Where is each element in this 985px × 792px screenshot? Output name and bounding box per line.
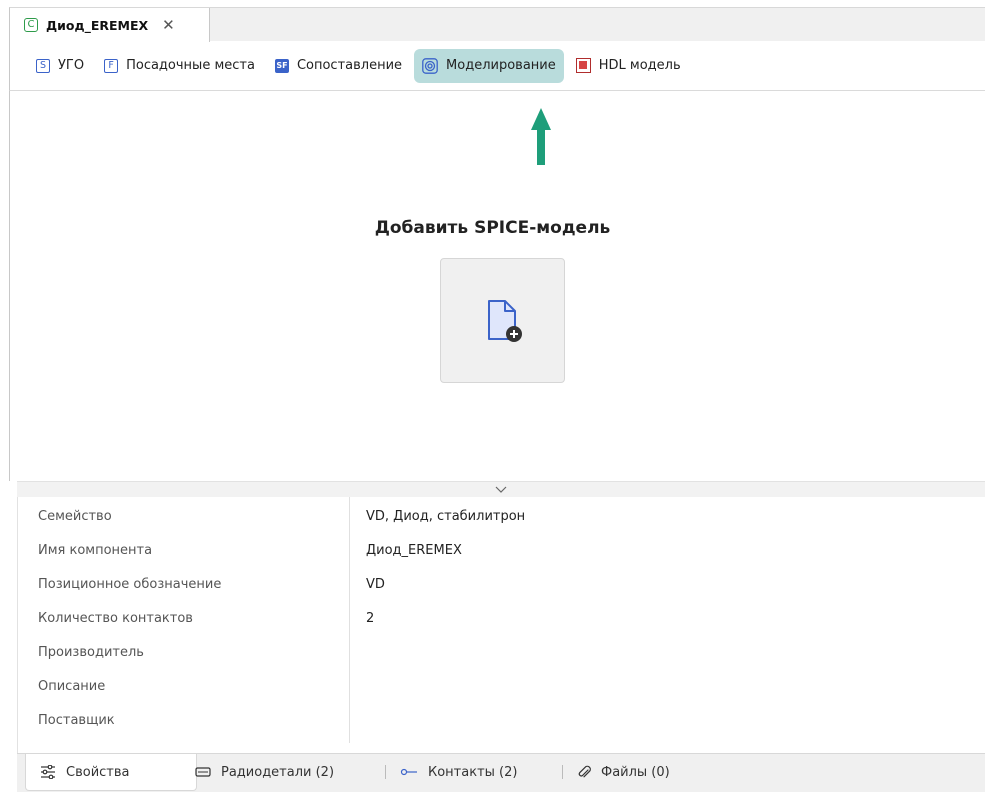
- table-row[interactable]: Поставщик: [18, 703, 985, 737]
- paperclip-icon: [577, 764, 591, 780]
- table-row[interactable]: Описание: [18, 669, 985, 703]
- file-add-icon: [485, 299, 525, 349]
- tab-mapping[interactable]: SF Сопоставление: [267, 49, 410, 83]
- tab-files[interactable]: Файлы (0): [577, 754, 670, 790]
- property-name: Производитель: [38, 645, 144, 660]
- settings-sliders-icon: [40, 765, 56, 779]
- table-row[interactable]: Количество контактов 2: [18, 601, 985, 635]
- chevron-down-icon[interactable]: [495, 484, 507, 497]
- tab-label: Сопоставление: [296, 58, 403, 73]
- panel-splitter[interactable]: [17, 481, 985, 497]
- tab-properties[interactable]: Свойства: [25, 754, 197, 791]
- tab-pins[interactable]: Контакты (2): [400, 754, 517, 790]
- table-row[interactable]: Позиционное обозначение VD: [18, 567, 985, 601]
- add-spice-model-button[interactable]: [440, 258, 565, 383]
- property-name: Позиционное обозначение: [38, 577, 222, 592]
- tab-separator: [385, 765, 386, 779]
- property-value: 2: [366, 611, 375, 626]
- pin-icon: [400, 767, 418, 777]
- table-row[interactable]: Имя компонента Диод_EREMEX: [18, 533, 985, 567]
- mapping-icon: SF: [274, 58, 289, 73]
- tab-simulation[interactable]: Моделирование: [414, 48, 564, 83]
- tab-footprints[interactable]: F Посадочные места: [96, 49, 263, 83]
- tab-label: Посадочные места: [126, 58, 255, 73]
- tab-label: УГО: [58, 58, 85, 73]
- bottom-tab-bar: Свойства Радиодетали (2) Контакты (2) Фа…: [17, 753, 985, 792]
- tab-components[interactable]: Радиодетали (2): [195, 754, 334, 790]
- chip-icon: [195, 766, 211, 778]
- property-value: Диод_EREMEX: [366, 543, 462, 558]
- editor-subtabs: S УГО F Посадочные места SF Сопоставлени…: [9, 41, 985, 91]
- tab-label: Контакты (2): [428, 764, 518, 780]
- symbol-icon: S: [36, 58, 50, 73]
- close-icon[interactable]: ✕: [162, 16, 175, 34]
- hdl-icon: [575, 58, 591, 73]
- content-border: [9, 91, 10, 481]
- tab-label: Файлы (0): [601, 764, 670, 780]
- footprint-icon: F: [104, 58, 119, 73]
- property-name: Имя компонента: [38, 543, 153, 558]
- property-name: Поставщик: [38, 713, 115, 728]
- document-tab-title: Диод_EREMEX: [46, 17, 149, 33]
- tab-label: Свойства: [66, 764, 130, 780]
- tab-label: Радиодетали (2): [221, 764, 335, 780]
- property-name: Описание: [38, 679, 106, 694]
- table-row[interactable]: Семейство VD, Диод, стабилитрон: [18, 499, 985, 533]
- properties-table: Семейство VD, Диод, стабилитрон Имя комп…: [17, 497, 985, 753]
- column-divider[interactable]: [349, 497, 350, 743]
- table-row[interactable]: Производитель: [18, 635, 985, 669]
- tab-ugo[interactable]: S УГО: [28, 49, 92, 83]
- simulation-icon: [422, 57, 438, 74]
- property-name: Семейство: [38, 509, 112, 524]
- property-name: Количество контактов: [38, 611, 193, 626]
- component-icon: C: [24, 18, 38, 32]
- add-spice-title: Добавить SPICE-модель: [374, 218, 611, 238]
- tab-separator: [562, 765, 563, 779]
- tab-label: Моделирование: [446, 58, 556, 73]
- pointer-arrow-shaft: [537, 127, 545, 165]
- property-value: VD, Диод, стабилитрон: [366, 509, 526, 524]
- tab-label: HDL модель: [598, 58, 681, 73]
- document-tab[interactable]: C Диод_EREMEX ✕: [10, 8, 210, 42]
- tab-hdl-model[interactable]: HDL модель: [568, 49, 689, 83]
- property-value: VD: [366, 577, 385, 592]
- document-tab-strip: C Диод_EREMEX ✕: [9, 7, 985, 42]
